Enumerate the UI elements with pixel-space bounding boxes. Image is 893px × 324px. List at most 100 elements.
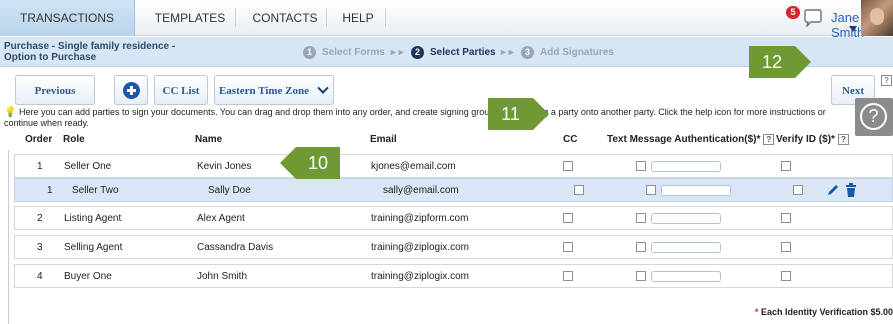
callout-11: 11 <box>488 98 549 130</box>
step-label: Select Parties <box>430 47 496 58</box>
party-row[interactable]: 3 Selling Agent Cassandra Davis training… <box>14 235 893 259</box>
phone-input[interactable] <box>661 185 731 196</box>
col-text-auth: Text Message Authentication($)*? <box>607 134 775 146</box>
verify-id-checkbox[interactable] <box>781 213 791 223</box>
previous-button[interactable]: Previous <box>15 75 95 105</box>
callout-10: 10 <box>280 147 340 179</box>
notification-count-badge: 5 <box>786 6 800 19</box>
party-row-grouped[interactable]: 1 Seller Two Sally Doe sally@email.com <box>14 178 893 202</box>
party-name: Alex Agent <box>197 213 245 224</box>
tab-divider <box>235 9 236 27</box>
add-party-button[interactable] <box>114 75 148 105</box>
help-icon[interactable]: ? <box>881 75 892 86</box>
text-auth-checkbox[interactable] <box>636 161 646 171</box>
verify-id-checkbox[interactable] <box>793 185 803 195</box>
pencil-icon[interactable] <box>826 183 840 197</box>
party-row[interactable]: 4 Buyer One John Smith training@ziplogix… <box>14 264 893 288</box>
tab-transactions[interactable]: TRANSACTIONS <box>0 0 135 36</box>
tab-contacts[interactable]: CONTACTS <box>240 0 330 36</box>
instructions-text: 💡 Here you can add parties to sign your … <box>4 107 834 129</box>
phone-input[interactable] <box>651 161 721 172</box>
verify-id-checkbox[interactable] <box>781 242 791 252</box>
avatar-face <box>870 8 884 25</box>
text-auth-checkbox[interactable] <box>636 213 646 223</box>
phone-input[interactable] <box>651 213 721 224</box>
tab-divider <box>326 9 327 27</box>
tab-help[interactable]: HELP <box>331 0 385 36</box>
help-icon[interactable]: ? <box>837 134 849 145</box>
cc-list-button[interactable]: CC List <box>154 75 208 105</box>
step-number: 3 <box>521 46 534 59</box>
step-label: Add Signatures <box>540 47 614 58</box>
tab-templates[interactable]: TEMPLATES <box>140 0 240 36</box>
col-email: Email <box>370 134 397 145</box>
col-verify-id: Verify ID ($)*? <box>776 134 849 145</box>
cc-checkbox[interactable] <box>563 213 573 223</box>
phone-input[interactable] <box>651 271 721 282</box>
step-arrow-icon: ►► <box>499 47 516 57</box>
text-auth-checkbox[interactable] <box>646 185 656 195</box>
party-order: 1 <box>47 185 53 196</box>
trash-icon[interactable] <box>845 183 857 197</box>
verify-id-checkbox[interactable] <box>781 161 791 171</box>
party-name: Cassandra Davis <box>197 242 274 253</box>
question-icon: ? <box>860 103 887 130</box>
step-select-parties[interactable]: 2 Select Parties <box>411 46 496 59</box>
step-arrow-icon: ►► <box>389 47 406 57</box>
phone-input[interactable] <box>651 242 721 253</box>
step-number: 1 <box>303 46 316 59</box>
top-nav: TRANSACTIONS TEMPLATES CONTACTS HELP 5 J… <box>0 0 893 40</box>
step-add-signatures[interactable]: 3 Add Signatures <box>521 46 614 59</box>
step-label: Select Forms <box>322 47 385 58</box>
app-root: TRANSACTIONS TEMPLATES CONTACTS HELP 5 J… <box>0 0 893 324</box>
party-email: training@zipform.com <box>371 213 469 224</box>
text-auth-checkbox[interactable] <box>636 271 646 281</box>
party-order: 2 <box>37 213 43 224</box>
col-name: Name <box>195 134 223 145</box>
party-role: Buyer One <box>64 271 112 282</box>
col-verify-id-label: Verify ID ($)* <box>776 134 835 146</box>
help-icon[interactable]: ? <box>763 134 775 145</box>
plus-icon <box>123 82 140 99</box>
cc-checkbox[interactable] <box>563 242 573 252</box>
col-cc: CC <box>563 134 578 145</box>
document-title: Purchase - Single family residence - Opt… <box>4 41 176 63</box>
timezone-dropdown-toggle[interactable] <box>313 75 334 105</box>
col-text-auth-label: Text Message Authentication($)* <box>607 134 761 146</box>
party-email: sally@email.com <box>383 185 459 196</box>
identity-verification-footnote: * Each Identity Verification $5.00 <box>755 307 893 317</box>
cc-checkbox[interactable] <box>563 271 573 281</box>
callout-12: 12 <box>749 46 811 78</box>
verify-id-checkbox[interactable] <box>781 271 791 281</box>
avatar[interactable] <box>861 0 893 36</box>
chevron-down-icon <box>317 82 329 94</box>
cc-checkbox[interactable] <box>563 161 573 171</box>
instructions-body: Here you can add parties to sign your do… <box>4 107 826 128</box>
party-order: 1 <box>37 161 43 172</box>
user-menu-chevron-down-icon[interactable] <box>849 26 857 32</box>
timezone-select[interactable]: Eastern Time Zone <box>214 75 314 105</box>
col-order: Order <box>25 134 53 145</box>
party-email: kjones@email.com <box>371 161 456 172</box>
parties-table-header: Order Role Name Email CC Text Message Au… <box>0 130 893 150</box>
cc-checkbox[interactable] <box>574 185 584 195</box>
party-name: John Smith <box>197 271 248 282</box>
step-number: 2 <box>411 46 424 59</box>
party-role: Seller Two <box>72 185 119 196</box>
party-order: 4 <box>37 271 43 282</box>
party-name: Kevin Jones <box>197 161 252 172</box>
party-name: Sally Doe <box>208 185 251 196</box>
party-row[interactable]: 1 Seller One Kevin Jones kjones@email.co… <box>14 154 893 178</box>
party-role: Listing Agent <box>64 213 122 224</box>
party-role: Selling Agent <box>64 242 123 253</box>
party-email: training@ziplogix.com <box>371 271 469 282</box>
party-row[interactable]: 2 Listing Agent Alex Agent training@zipf… <box>14 206 893 230</box>
party-email: training@ziplogix.com <box>371 242 469 253</box>
footnote-asterisk: * <box>754 307 759 317</box>
text-auth-checkbox[interactable] <box>636 242 646 252</box>
step-select-forms[interactable]: 1 Select Forms <box>303 46 385 59</box>
notification-icon[interactable] <box>803 9 823 27</box>
lightbulb-icon: 💡 <box>4 107 17 118</box>
party-order: 3 <box>37 242 43 253</box>
col-role: Role <box>63 134 85 145</box>
